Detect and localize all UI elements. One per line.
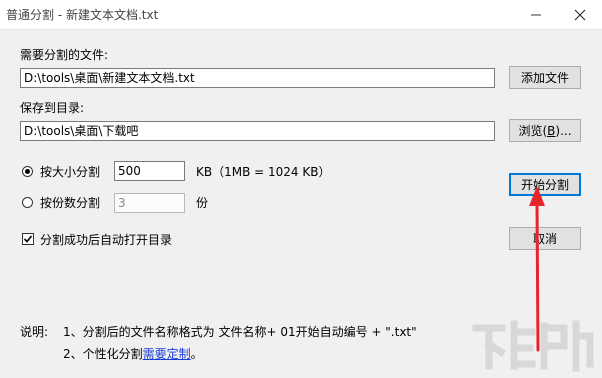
watermark-logo-icon bbox=[472, 320, 594, 372]
size-unit-label: KB（1MB = 1024 KB） bbox=[196, 165, 331, 179]
split-by-size-radio[interactable] bbox=[22, 166, 33, 177]
browse-button-suffix: )... bbox=[555, 123, 572, 138]
notes-line-1: 1、分割后的文件名称格式为 文件名称+ 01开始自动编号 + ".txt" bbox=[63, 325, 417, 339]
count-unit-label: 份 bbox=[196, 196, 209, 210]
checkmark-icon bbox=[23, 235, 33, 243]
custom-request-link[interactable]: 需要定制 bbox=[143, 347, 191, 361]
minimize-icon bbox=[531, 14, 541, 15]
title-bar[interactable]: 普通分割 - 新建文本文档.txt bbox=[0, 0, 602, 30]
browse-button-prefix: 浏览( bbox=[518, 124, 548, 138]
save-dir-input[interactable]: D:\tools\桌面\下载吧 bbox=[20, 121, 495, 141]
close-icon bbox=[574, 9, 586, 20]
split-by-count-radio[interactable] bbox=[22, 197, 33, 208]
close-button[interactable] bbox=[558, 0, 602, 29]
split-file-label: 需要分割的文件: bbox=[20, 48, 109, 62]
notes-line-2-suffix: 。 bbox=[190, 347, 203, 361]
minimize-button[interactable] bbox=[514, 0, 558, 29]
split-file-input[interactable]: D:\tools\桌面\新建文本文档.txt bbox=[20, 68, 495, 88]
notes-line-2-prefix: 2、个性化分割 bbox=[63, 347, 143, 361]
browse-button-key: B bbox=[547, 123, 556, 138]
add-file-button[interactable]: 添加文件 bbox=[509, 66, 581, 89]
split-by-count-label: 按份数分割 bbox=[40, 196, 101, 210]
size-input[interactable]: 500 bbox=[114, 161, 185, 181]
auto-open-checkbox[interactable] bbox=[22, 233, 34, 245]
save-dir-label: 保存到目录: bbox=[20, 101, 85, 115]
auto-open-label: 分割成功后自动打开目录 bbox=[40, 233, 173, 247]
count-input[interactable]: 3 bbox=[114, 193, 185, 213]
window-title: 普通分割 - 新建文本文档.txt bbox=[6, 8, 159, 22]
radio-selected-dot bbox=[25, 169, 30, 174]
notes-line-2: 2、个性化分割需要定制。 bbox=[63, 345, 203, 362]
browse-button[interactable]: 浏览(B)... bbox=[509, 119, 581, 142]
split-by-size-label: 按大小分割 bbox=[40, 165, 101, 179]
notes-heading: 说明: bbox=[20, 325, 49, 339]
